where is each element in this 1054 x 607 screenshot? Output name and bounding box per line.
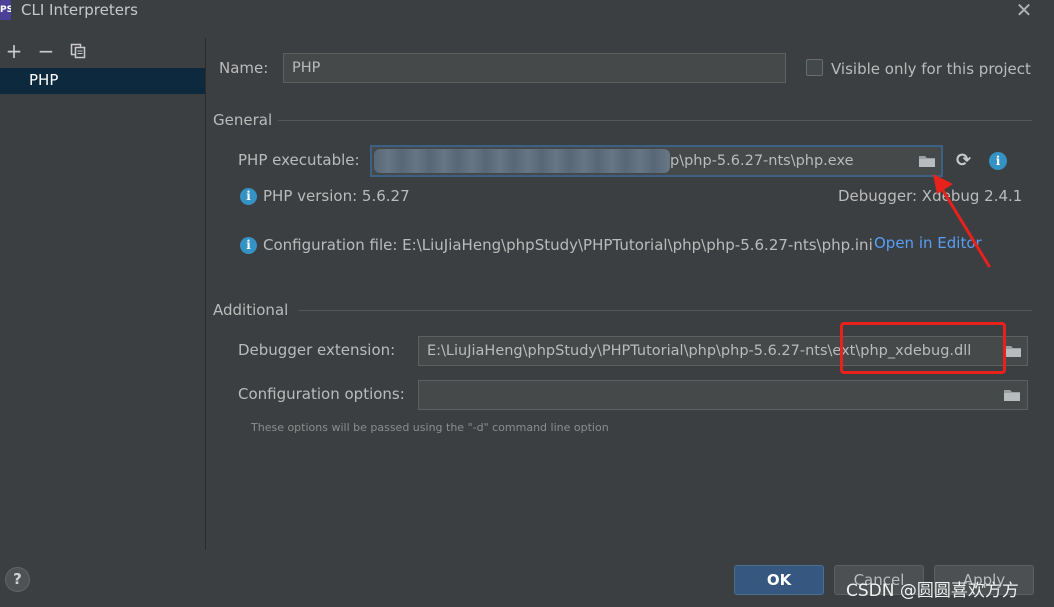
php-executable-input[interactable]: p\php-5.6.27-nts\php.exe	[370, 145, 943, 177]
info-icon: i	[240, 188, 257, 205]
annotation-highlight-box	[840, 322, 1006, 374]
php-executable-label: PHP executable:	[238, 151, 360, 169]
interpreter-list-item-php[interactable]: PHP	[0, 68, 205, 94]
name-input-value: PHP	[292, 60, 321, 76]
info-icon: i	[240, 237, 257, 254]
name-label: Name:	[219, 59, 269, 77]
title-bar: PS CLI Interpreters ✕	[0, 0, 1054, 24]
csdn-watermark: CSDN @圆圆喜欢方方	[846, 581, 1019, 601]
refresh-icon[interactable]: ⟳	[956, 151, 971, 171]
debugger-extension-label: Debugger extension:	[238, 341, 396, 359]
additional-section-title: Additional	[213, 301, 289, 319]
visible-only-label[interactable]: Visible only for this project	[831, 60, 1031, 78]
panel-splitter[interactable]	[205, 38, 206, 550]
name-input[interactable]: PHP	[283, 53, 786, 83]
info-icon[interactable]: i	[989, 152, 1007, 170]
configuration-options-input[interactable]	[418, 380, 1028, 410]
configuration-options-label: Configuration options:	[238, 385, 405, 403]
general-section-title: General	[213, 111, 273, 129]
ok-button[interactable]: OK	[734, 565, 824, 595]
visible-only-checkbox[interactable]	[806, 59, 823, 76]
interpreter-list-item-label: PHP	[29, 71, 59, 89]
annotation-arrow	[933, 174, 991, 268]
close-icon[interactable]: ✕	[1013, 0, 1035, 21]
folder-icon[interactable]	[918, 154, 936, 168]
configuration-file-text: Configuration file: E:\LiuJiaHeng\phpStu…	[263, 236, 873, 254]
folder-icon[interactable]	[1004, 344, 1022, 358]
copy-icon[interactable]	[68, 40, 88, 62]
remove-icon[interactable]: −	[36, 40, 56, 62]
folder-icon[interactable]	[1003, 388, 1021, 402]
php-executable-value: p\php-5.6.27-nts\php.exe	[670, 153, 854, 169]
configuration-options-hint: These options will be passed using the "…	[251, 421, 609, 434]
redacted-path-blur	[374, 149, 670, 173]
phpstorm-app-icon: PS	[0, 0, 11, 20]
window-title: CLI Interpreters	[21, 1, 138, 19]
additional-separator	[298, 310, 1032, 311]
add-icon[interactable]: +	[4, 40, 24, 62]
php-version-text: PHP version: 5.6.27	[263, 187, 410, 205]
help-button[interactable]: ?	[5, 567, 30, 592]
general-separator	[278, 120, 1032, 121]
